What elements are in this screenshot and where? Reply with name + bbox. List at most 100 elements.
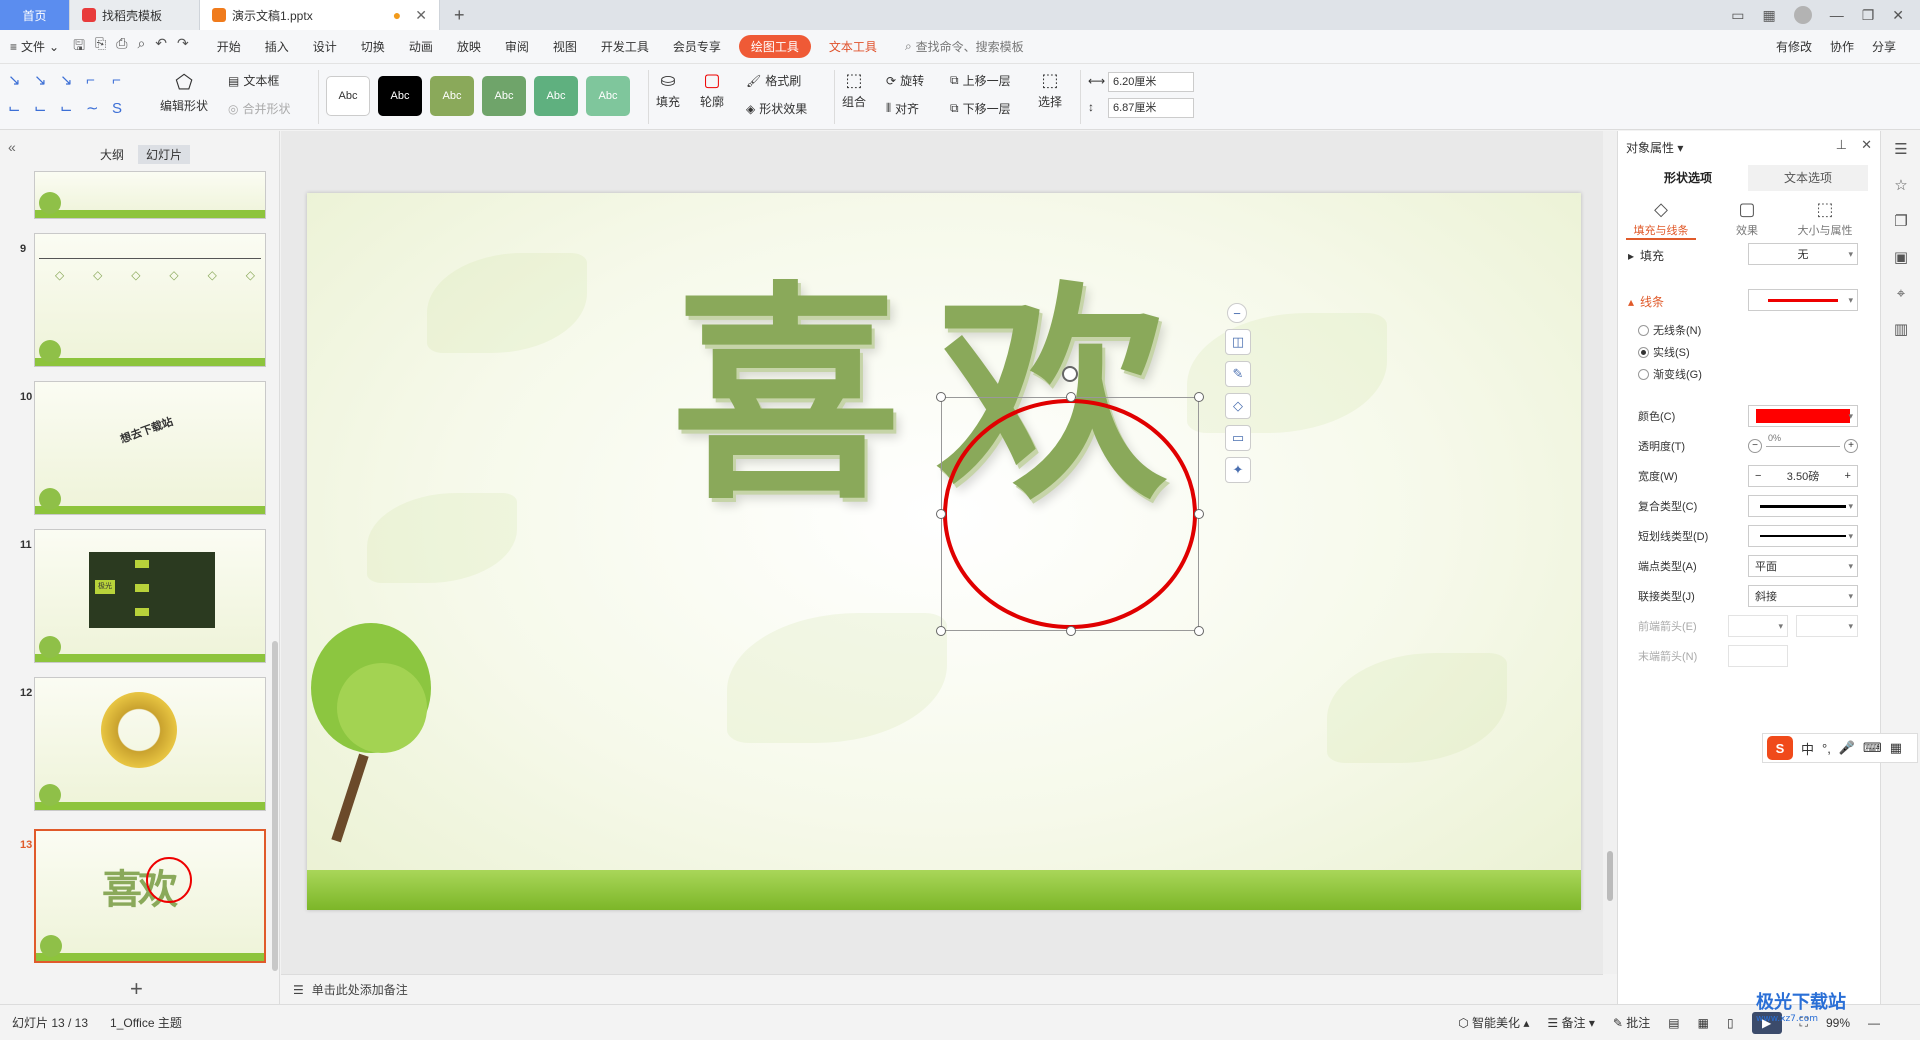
shape-height-input[interactable]: 6.20厘米 — [1108, 72, 1194, 92]
comment-button[interactable]: ✎ 批注 — [1613, 1014, 1650, 1031]
menu-view[interactable]: 视图 — [541, 38, 589, 55]
undo-icon[interactable]: ↶ — [155, 35, 167, 59]
collapse-float-icon[interactable]: − — [1227, 303, 1247, 323]
microphone-icon[interactable]: 🎤 — [1839, 740, 1855, 756]
line-shape-icon[interactable]: ↘ — [8, 70, 28, 94]
menu-developer[interactable]: 开发工具 — [589, 38, 661, 55]
layout-icon[interactable]: ▭ — [1731, 7, 1744, 24]
gradient-line-option[interactable]: 渐变线(G) — [1638, 363, 1868, 385]
close-panel-icon[interactable]: ✕ — [1861, 137, 1872, 153]
tab-outline[interactable]: 大纲 — [92, 145, 132, 164]
animation-icon[interactable]: ☆ — [1881, 167, 1920, 203]
canvas-scrollbar[interactable] — [1603, 131, 1617, 974]
cap-select[interactable]: 平面 ▾ — [1748, 555, 1858, 577]
slide-13[interactable]: 喜 欢 − ◫ ✎ ◇ ▭ ✦ — [307, 193, 1581, 910]
notes-toggle-button[interactable]: ☰ 备注 ▾ — [1547, 1014, 1594, 1031]
resize-handle[interactable] — [1066, 626, 1076, 636]
tab-text-options[interactable]: 文本选项 — [1748, 165, 1868, 191]
line-style-select[interactable]: ▾ — [1748, 289, 1858, 311]
collapse-panel-icon[interactable]: « — [8, 139, 16, 155]
begin-arrow-size-select[interactable]: ▾ — [1796, 615, 1858, 637]
subtab-size[interactable]: ⬚ 大小与属性 — [1790, 199, 1860, 238]
line-width-stepper[interactable]: − 3.50磅 + — [1748, 465, 1858, 487]
resize-handle[interactable] — [936, 392, 946, 402]
radio-solid-line[interactable] — [1638, 346, 1649, 358]
beautify-button[interactable]: ⬡ 智能美化 ▴ — [1458, 1014, 1529, 1031]
shape-style-white[interactable]: Abc — [326, 76, 370, 116]
line-shape-icon[interactable]: ⌐ — [86, 70, 106, 94]
shape-style-olive[interactable]: Abc — [430, 76, 474, 116]
subtab-fill-line[interactable]: ◇ 填充与线条 — [1626, 199, 1696, 240]
shape-style-mint[interactable]: Abc — [586, 76, 630, 116]
close-tab-icon[interactable]: ✕ — [415, 7, 427, 24]
resize-handle[interactable] — [1194, 392, 1204, 402]
rotate-button[interactable]: ⟳ 旋转 — [886, 72, 924, 89]
tab-slides[interactable]: 幻灯片 — [138, 145, 191, 164]
line-width-value[interactable]: 3.50磅 — [1787, 468, 1819, 484]
tab-shape-options[interactable]: 形状选项 — [1628, 165, 1748, 191]
radio-no-line[interactable] — [1638, 324, 1649, 336]
export-icon[interactable]: ⎘ — [95, 35, 106, 59]
file-menu[interactable]: ≡ 文件 ⌄ — [10, 38, 59, 55]
apps-icon[interactable]: ▦ — [1890, 740, 1902, 756]
normal-view-icon[interactable]: ▤ — [1668, 1016, 1679, 1030]
compound-select[interactable]: ▾ — [1748, 495, 1858, 517]
fill-button[interactable]: ⛀ 填充 — [656, 70, 680, 110]
save-icon[interactable]: 🖫 — [73, 35, 85, 59]
merge-shape-button[interactable]: ◎ 合并形状 — [228, 100, 291, 117]
menu-slideshow[interactable]: 放映 — [445, 38, 493, 55]
slide-thumbnail-10[interactable]: 想去下载站 — [34, 381, 266, 515]
slide-thumbnail-11[interactable]: 极光 — [34, 529, 266, 663]
format-painter-button[interactable]: 🖌 格式刷 — [746, 72, 801, 89]
slider-track[interactable] — [1766, 446, 1840, 447]
radio-gradient-line[interactable] — [1638, 368, 1649, 380]
end-arrow-type-select[interactable] — [1728, 645, 1788, 667]
resize-handle[interactable] — [936, 509, 946, 519]
minimize-icon[interactable]: — — [1830, 7, 1844, 23]
join-select[interactable]: 斜接 ▾ — [1748, 585, 1858, 607]
punctuation-icon[interactable]: °, — [1822, 741, 1831, 756]
tab-home[interactable]: 首页 — [0, 0, 70, 30]
ime-mode[interactable]: 中 — [1801, 739, 1814, 758]
book-icon[interactable]: ▥ — [1881, 311, 1920, 347]
decrease-icon[interactable]: − — [1748, 439, 1762, 453]
pin-icon[interactable]: ⊥ — [1836, 137, 1847, 153]
transparency-slider[interactable]: − 0% + — [1748, 433, 1858, 457]
notes-bar[interactable]: ☰ 单击此处添加备注 — [281, 974, 1603, 1004]
textbox-button[interactable]: ▤ 文本框 — [228, 72, 279, 89]
connector-shape-icon[interactable]: ⌙ — [60, 98, 80, 122]
menu-review[interactable]: 审阅 — [493, 38, 541, 55]
line-shape-icon[interactable]: ⌐ — [112, 70, 132, 94]
sorter-view-icon[interactable]: ▦ — [1698, 1016, 1709, 1030]
align-button[interactable]: ⫴ 对齐 — [886, 100, 919, 117]
plus-icon[interactable]: + — [1845, 470, 1851, 482]
slide-thumbnail-8[interactable] — [34, 171, 266, 219]
print-icon[interactable]: ⎙ — [116, 35, 127, 59]
slide-char-xi[interactable]: 喜 — [671, 283, 901, 513]
collaborate-button[interactable]: 协作 — [1830, 38, 1854, 55]
minus-icon[interactable]: − — [1755, 470, 1761, 482]
begin-arrow-type-select[interactable]: ▾ — [1728, 615, 1788, 637]
menu-drawing-tools[interactable]: 绘图工具 — [738, 35, 811, 58]
grid-icon[interactable]: ▦ — [1762, 7, 1775, 24]
image-icon[interactable]: ▣ — [1881, 239, 1920, 275]
layers-icon[interactable]: ◫ — [1225, 329, 1251, 355]
menu-insert[interactable]: 插入 — [253, 38, 301, 55]
close-window-icon[interactable]: ✕ — [1892, 7, 1904, 24]
avatar[interactable] — [1793, 6, 1812, 24]
shape-effect-button[interactable]: ◈ 形状效果 — [746, 100, 807, 117]
shape-width-input[interactable]: 6.87厘米 — [1108, 98, 1194, 118]
menu-animation[interactable]: 动画 — [397, 38, 445, 55]
rotate-handle-icon[interactable] — [1062, 366, 1078, 382]
command-search[interactable]: ⌕ 查找命令、搜索模板 — [905, 38, 1024, 55]
increase-icon[interactable]: + — [1844, 439, 1858, 453]
line-section[interactable]: ▴ 线条 — [1628, 293, 1664, 310]
no-line-option[interactable]: 无线条(N) — [1638, 319, 1868, 341]
menu-start[interactable]: 开始 — [205, 38, 253, 55]
pen-icon[interactable]: ✎ — [1225, 361, 1251, 387]
bring-forward-button[interactable]: ⧉ 上移一层 — [950, 72, 1011, 89]
menu-design[interactable]: 设计 — [301, 38, 349, 55]
copy-icon[interactable]: ❐ — [1881, 203, 1920, 239]
fill-select[interactable]: 无 ▾ — [1748, 243, 1858, 265]
add-slide-button[interactable]: + — [130, 976, 143, 1002]
